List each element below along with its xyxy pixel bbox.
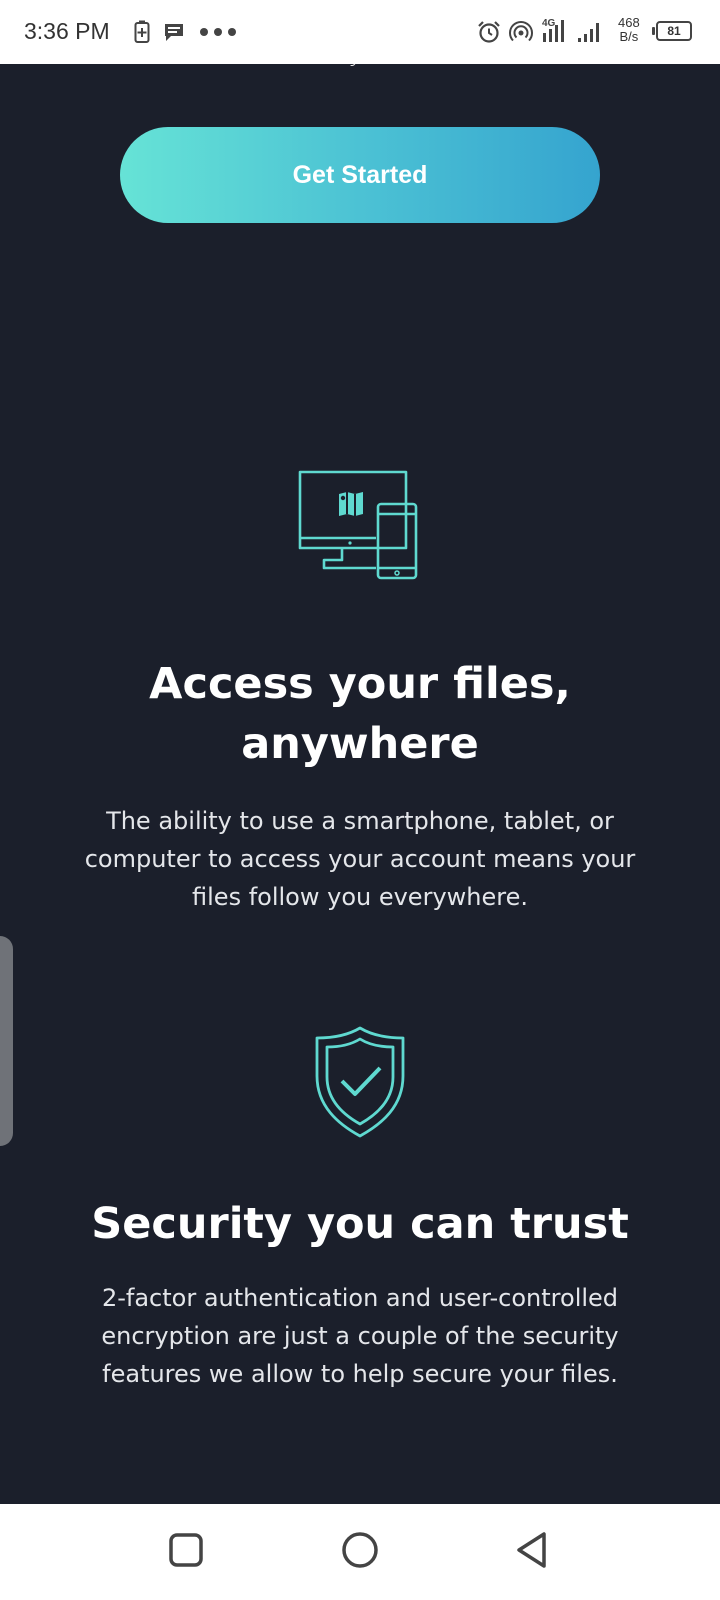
battery-level: 81	[667, 24, 681, 38]
feature-title-access: Access your files, anywhere	[149, 659, 571, 769]
landing-page: y, Get Started Access your files, anywhe…	[0, 64, 720, 1504]
back-button[interactable]	[510, 1526, 558, 1574]
feature-title-security: Security you can trust	[91, 1199, 629, 1249]
network-speed: 468 B/s	[618, 16, 640, 44]
get-started-button[interactable]: Get Started	[120, 127, 600, 223]
battery-icon: 81	[652, 21, 692, 41]
more-dots-icon	[200, 28, 236, 36]
status-time: 3:36 PM	[24, 18, 110, 44]
navigation-bar	[0, 1504, 720, 1600]
battery-saver-icon	[134, 20, 150, 43]
feature-desc-security: 2-factor authentication and user-control…	[101, 1284, 619, 1388]
home-button[interactable]	[336, 1526, 384, 1574]
alarm-icon	[478, 21, 500, 43]
side-drawer-handle[interactable]	[0, 936, 13, 1146]
recents-button[interactable]	[162, 1526, 210, 1574]
status-bar: 3:36 PM 4G 468 B/s 81	[0, 0, 720, 64]
devices-icon	[298, 470, 418, 580]
svg-text:4G: 4G	[542, 18, 556, 29]
signal-4g-icon: 4G	[542, 18, 564, 42]
hotspot-icon	[509, 21, 533, 42]
signal-icon	[578, 23, 599, 42]
network-speed-value: 468	[618, 15, 640, 30]
clipped-text: y,	[0, 64, 720, 67]
message-icon	[165, 24, 183, 41]
feature-desc-access: The ability to use a smartphone, tablet,…	[84, 807, 636, 911]
shield-check-icon	[315, 1026, 405, 1138]
network-speed-unit: B/s	[619, 29, 639, 44]
